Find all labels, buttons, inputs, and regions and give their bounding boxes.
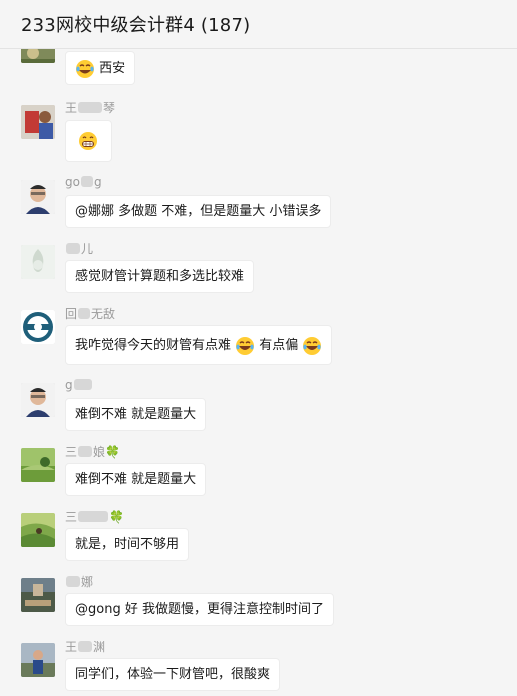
message-bubble[interactable]: 我咋觉得今天的财管有点难 有点偏: [65, 325, 333, 365]
sender-name: 王琴: [65, 101, 116, 115]
group-title: 233网校中级会计群4 (187): [21, 15, 251, 36]
message-text: 感觉财管计算题和多选比较难: [75, 269, 245, 284]
message-text: @娜娜 多做题 不难，但是题量大 小错误多: [75, 204, 322, 219]
avatar[interactable]: [21, 105, 55, 139]
message-item: 西安: [0, 49, 517, 91]
avatar[interactable]: [21, 448, 55, 482]
message-item: 三娘🍀 难倒不难 就是题量大: [0, 445, 517, 506]
message-bubble[interactable]: 同学们，体验一下财管吧，很酸爽: [65, 658, 281, 691]
avatar[interactable]: [21, 310, 55, 344]
avatar[interactable]: [21, 513, 55, 547]
sender-name: 回无敌: [65, 307, 116, 321]
message-bubble[interactable]: @gong 好 我做题慢，更得注意控制时间了: [65, 593, 334, 626]
message-text: 同学们，体验一下财管吧，很酸爽: [75, 667, 271, 682]
avatar[interactable]: [21, 643, 55, 677]
message-list[interactable]: 西安 王琴 go g @娜娜 多做题 不难，但是题量大 小错误多 儿 感觉财管计算…: [0, 49, 517, 696]
message-bubble[interactable]: 西安: [65, 51, 136, 85]
message-item: 回无敌 我咋觉得今天的财管有点难 有点偏: [0, 307, 517, 368]
sender-name: go g: [65, 175, 102, 189]
laugh-tears-emoji: [75, 59, 95, 79]
avatar[interactable]: [21, 578, 55, 612]
avatar[interactable]: [21, 49, 55, 63]
sender-name: 三娘🍀: [65, 445, 120, 459]
laugh-tears-emoji: [235, 336, 255, 356]
message-item: 王渊 同学们，体验一下财管吧，很酸爽: [0, 640, 517, 696]
message-item: go g @娜娜 多做题 不难，但是题量大 小错误多: [0, 175, 517, 238]
sender-name: 娜: [65, 573, 93, 590]
message-text: 难倒不难 就是题量大: [75, 407, 197, 422]
message-bubble[interactable]: 难倒不难 就是题量大: [65, 398, 207, 431]
message-text-2: 有点偏: [259, 338, 299, 353]
clover-icon: 🍀: [109, 510, 124, 524]
avatar[interactable]: [21, 180, 55, 214]
sender-name: 儿: [65, 240, 93, 257]
message-text: @gong 好 我做题慢，更得注意控制时间了: [75, 602, 324, 617]
grin-emoji: [78, 131, 98, 151]
avatar[interactable]: [21, 245, 55, 279]
message-item: 儿 感觉财管计算题和多选比较难: [0, 240, 517, 303]
sender-name: 三 🍀: [65, 510, 124, 524]
clover-icon: 🍀: [105, 445, 120, 459]
message-bubble[interactable]: @娜娜 多做题 不难，但是题量大 小错误多: [65, 195, 332, 228]
message-text: 西安: [99, 61, 126, 76]
message-bubble[interactable]: 难倒不难 就是题量大: [65, 463, 207, 496]
message-item: 王琴: [0, 101, 517, 176]
sender-name: 王渊: [65, 640, 106, 654]
message-item: g 难倒不难 就是题量大: [0, 378, 517, 441]
laugh-tears-emoji: [302, 336, 322, 356]
message-bubble[interactable]: [65, 120, 112, 162]
message-text: 我咋觉得今天的财管有点难: [75, 338, 232, 353]
message-item: 娜 @gong 好 我做题慢，更得注意控制时间了: [0, 573, 517, 636]
message-text: 难倒不难 就是题量大: [75, 472, 197, 487]
message-bubble[interactable]: 感觉财管计算题和多选比较难: [65, 260, 255, 293]
message-text: 就是，时间不够用: [75, 537, 180, 552]
message-bubble[interactable]: 就是，时间不够用: [65, 528, 190, 561]
avatar[interactable]: [21, 383, 55, 417]
message-item: 三 🍀 就是，时间不够用: [0, 510, 517, 571]
sender-name: g: [65, 378, 93, 392]
chat-header: 233网校中级会计群4 (187): [0, 0, 517, 49]
